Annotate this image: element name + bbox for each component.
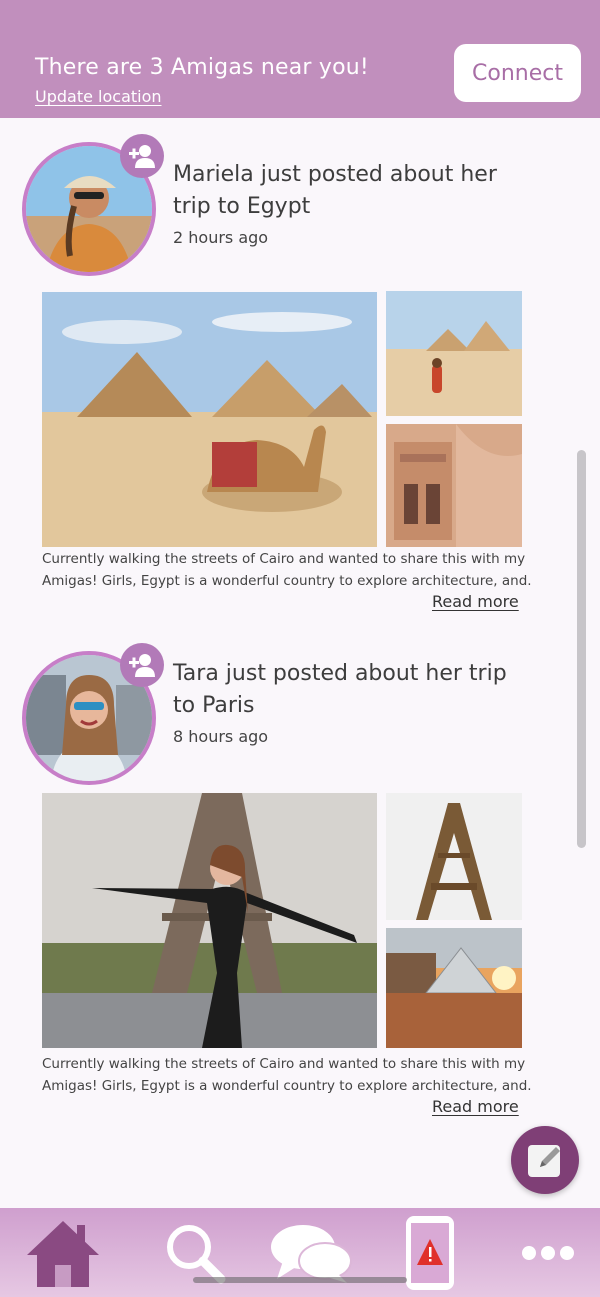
banner-title: There are 3 Amigas near you! — [35, 55, 369, 80]
home-icon[interactable] — [22, 1208, 104, 1297]
post-title[interactable]: Tara just posted about her trip to Paris — [173, 658, 533, 722]
alert-phone-icon[interactable] — [404, 1208, 456, 1297]
add-friend-icon[interactable] — [120, 643, 164, 687]
post-photo-small[interactable] — [386, 793, 522, 920]
update-location-link[interactable]: Update location — [35, 87, 162, 106]
post-caption: Amigas! Girls, Egypt is a wonderful coun… — [42, 1078, 532, 1094]
read-more-link[interactable]: Read more — [432, 1097, 519, 1116]
post-caption: Amigas! Girls, Egypt is a wonderful coun… — [42, 573, 532, 589]
connect-button[interactable]: Connect — [454, 44, 581, 102]
post-photo-small[interactable] — [386, 424, 522, 547]
search-icon[interactable] — [160, 1208, 230, 1297]
add-friend-icon[interactable] — [120, 134, 164, 178]
more-icon[interactable] — [518, 1208, 578, 1297]
post-photo-main[interactable] — [42, 793, 377, 1048]
post-time: 2 hours ago — [173, 228, 269, 247]
read-more-link[interactable]: Read more — [432, 592, 519, 611]
edit-icon — [528, 1145, 560, 1177]
chat-icon[interactable] — [268, 1208, 354, 1297]
post-title[interactable]: Mariela just posted about her trip to Eg… — [173, 159, 533, 223]
scrollbar[interactable] — [577, 450, 586, 848]
post-photo-main[interactable] — [42, 292, 377, 547]
post-caption: Currently walking the streets of Cairo a… — [42, 1056, 526, 1072]
nearby-banner: There are 3 Amigas near you! Update loca… — [0, 0, 600, 118]
avatar-wrap[interactable] — [22, 643, 164, 785]
post-photo-small[interactable] — [386, 928, 522, 1048]
post-time: 8 hours ago — [173, 727, 269, 746]
post-caption: Currently walking the streets of Cairo a… — [42, 551, 526, 567]
bottom-nav — [0, 1208, 600, 1297]
avatar-wrap[interactable] — [22, 134, 164, 276]
post-photo-small[interactable] — [386, 291, 522, 416]
home-indicator[interactable] — [193, 1277, 407, 1283]
compose-button[interactable] — [511, 1126, 579, 1194]
